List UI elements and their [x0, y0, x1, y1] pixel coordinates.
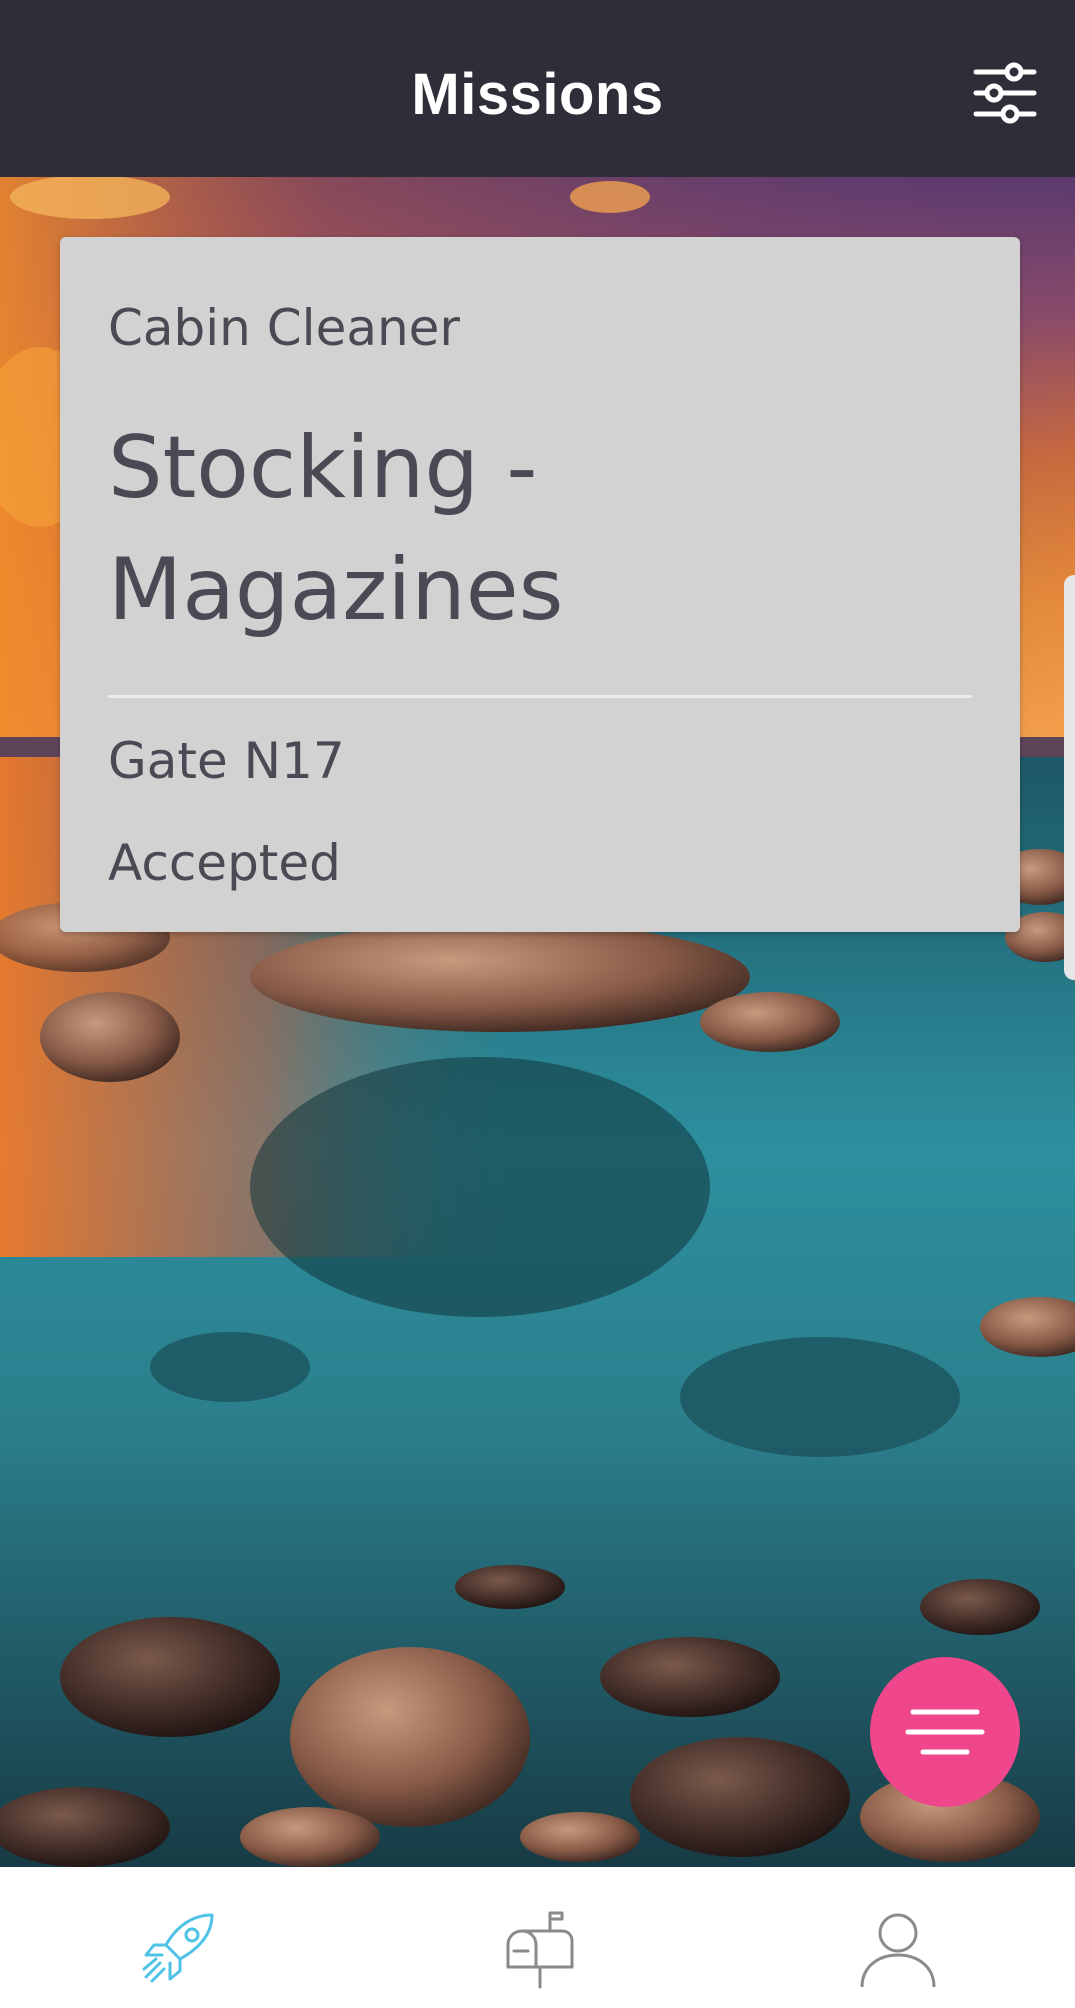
- side-drawer-handle[interactable]: [1064, 575, 1075, 980]
- page-title: Missions: [411, 62, 664, 127]
- menu-fab-button[interactable]: [870, 1657, 1020, 1807]
- top-app-bar: Missions: [0, 0, 1075, 177]
- nav-item-profile[interactable]: [716, 1867, 1074, 2008]
- menu-lines-icon: [905, 1709, 985, 1755]
- nav-item-mailbox[interactable]: [358, 1867, 716, 2008]
- bottom-navigation: [0, 1867, 1075, 2008]
- mission-gate: Gate N17: [108, 732, 345, 790]
- rocket-icon: [142, 1913, 214, 1983]
- mission-card[interactable]: Cabin Cleaner Stocking - Magazines Gate …: [60, 237, 1020, 932]
- mission-role: Cabin Cleaner: [108, 299, 460, 357]
- missions-screen: Missions Cabin Cleaner Stocking - Magazi…: [0, 0, 1075, 2008]
- sliders-icon: [973, 62, 1037, 124]
- user-icon: [860, 1913, 936, 1988]
- card-divider: [108, 695, 972, 698]
- mailbox-icon: [506, 1911, 574, 1989]
- filter-button[interactable]: [972, 60, 1038, 126]
- mission-title: Stocking - Magazines: [108, 418, 564, 640]
- mission-status: Accepted: [108, 834, 341, 892]
- nav-item-missions[interactable]: [0, 1867, 358, 2008]
